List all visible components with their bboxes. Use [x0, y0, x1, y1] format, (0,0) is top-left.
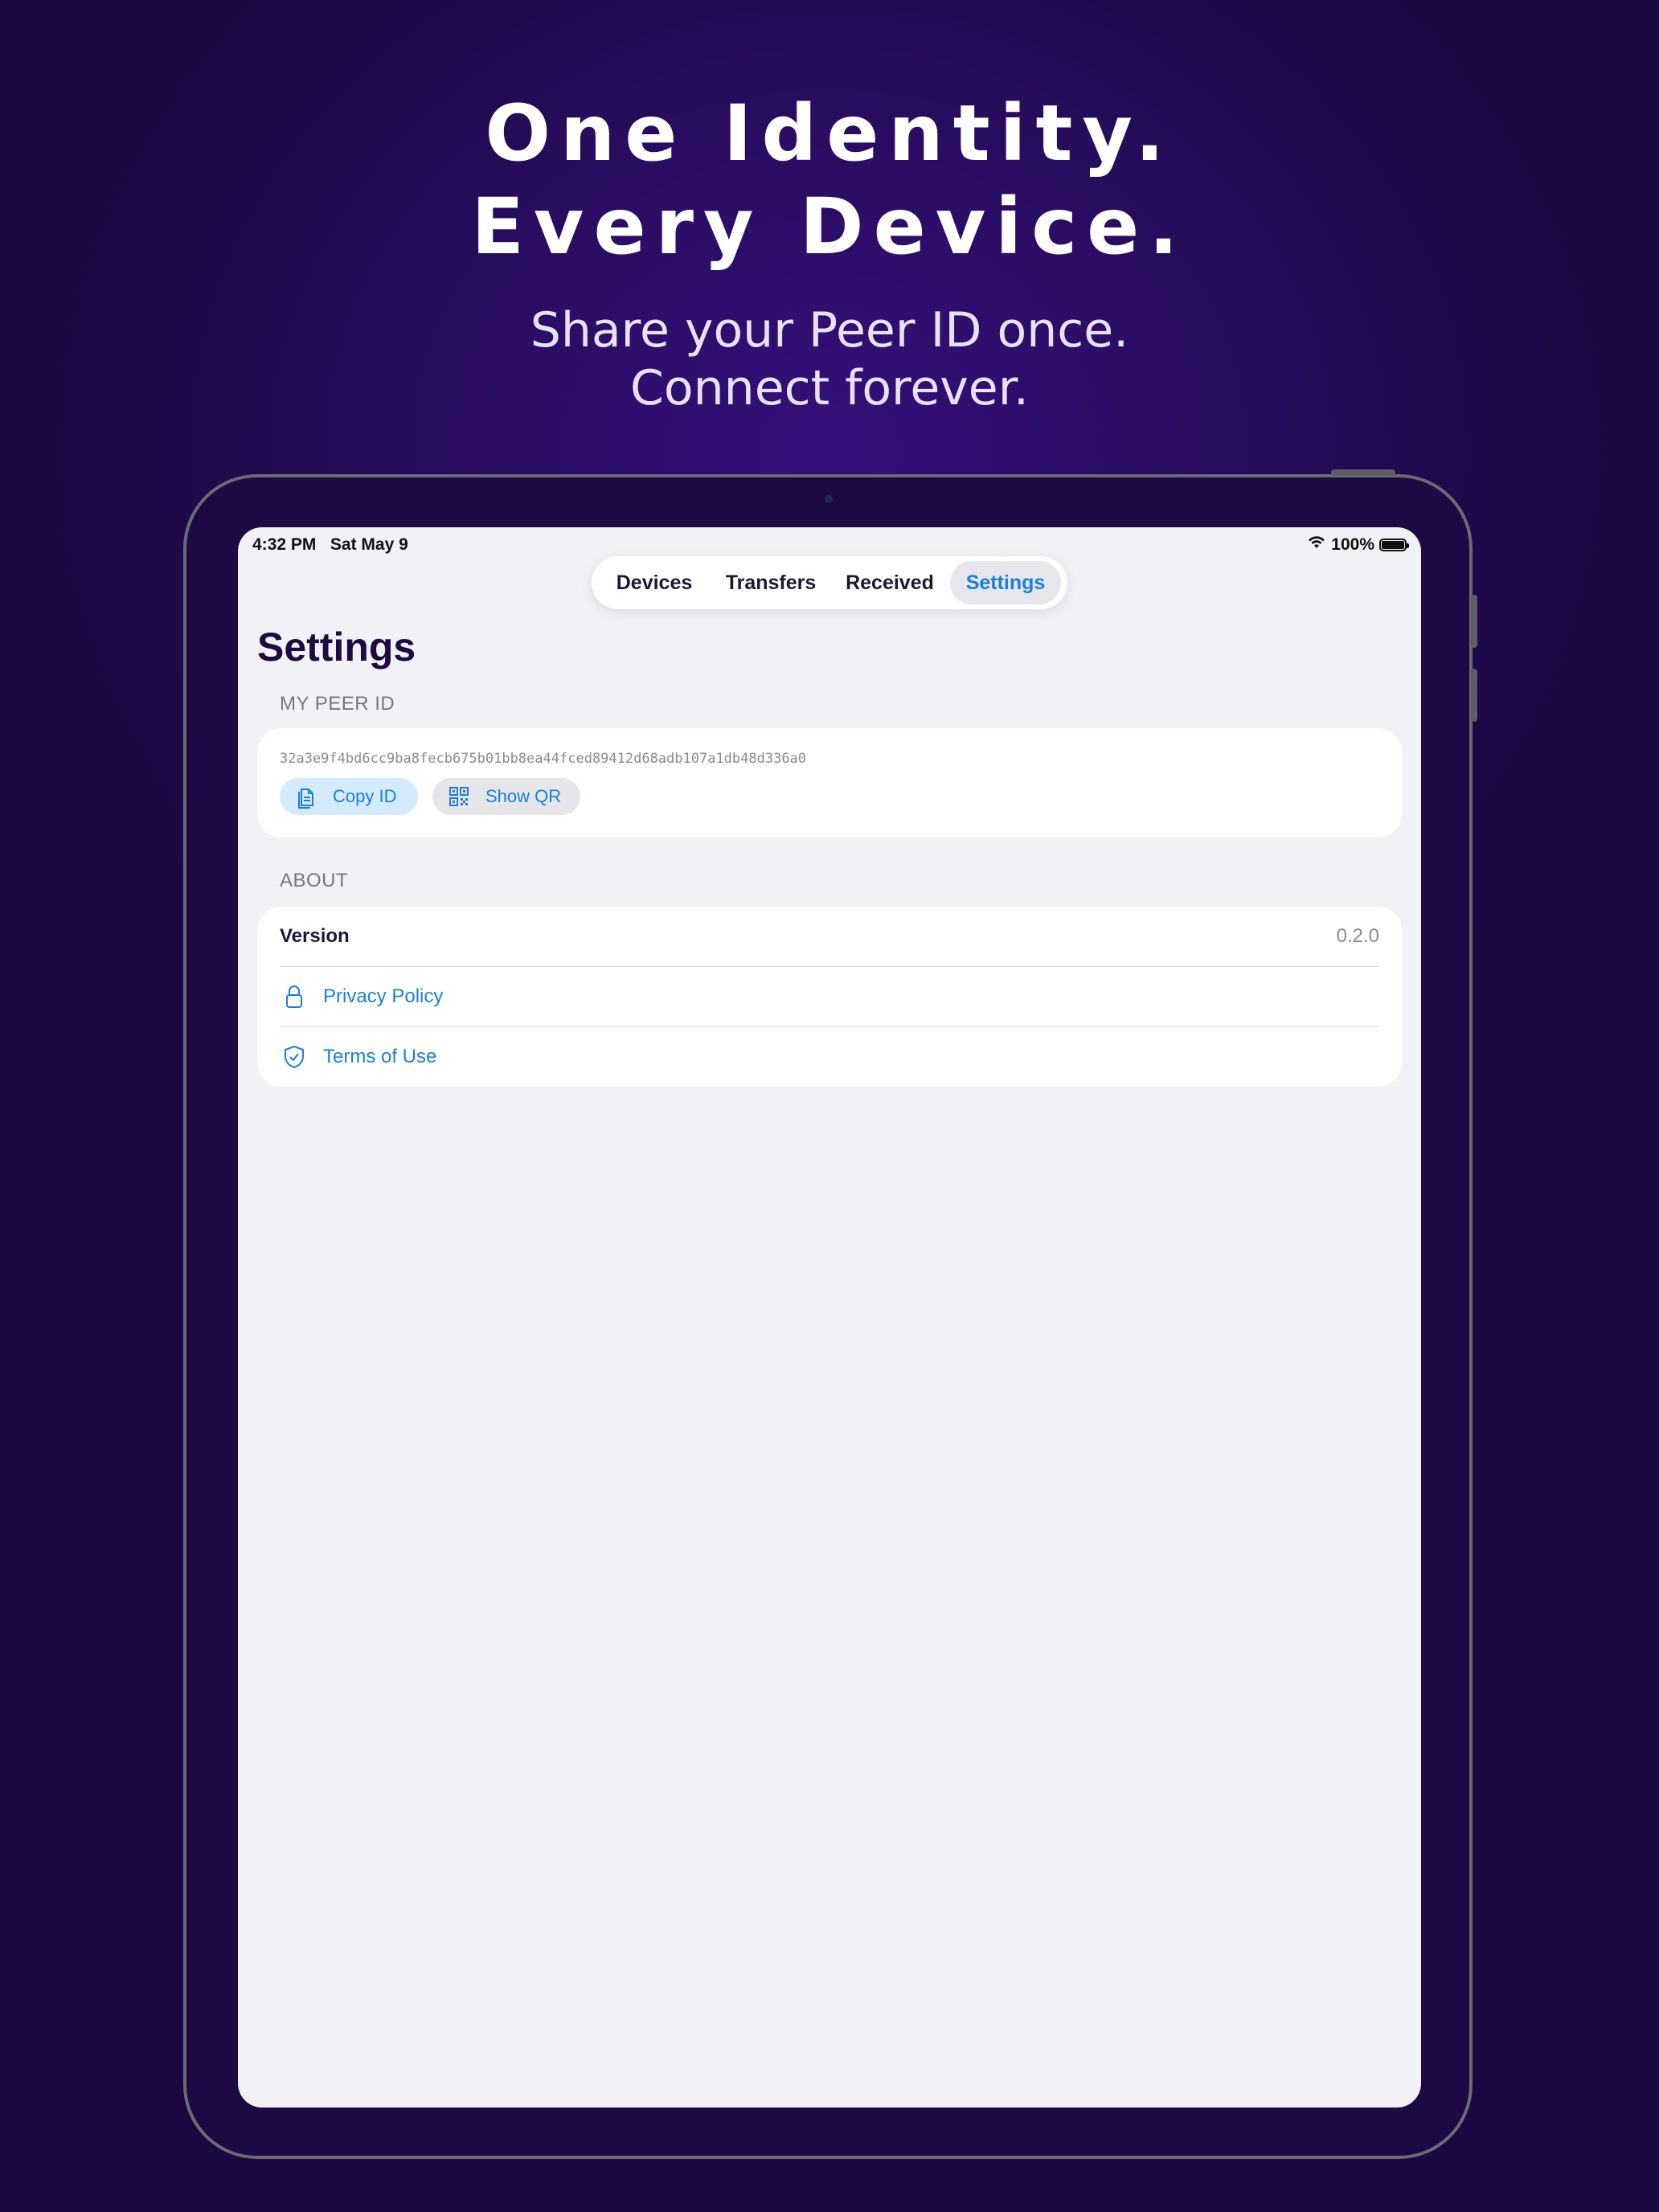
status-bar: 4:32 PM Sat May 9 100% [252, 532, 1409, 556]
version-label: Version [280, 925, 350, 947]
subline-line-1: Share your Peer ID once. [530, 302, 1129, 358]
privacy-policy-row[interactable]: Privacy Policy [280, 967, 1379, 1026]
peer-id-value: 32a3e9f4bd6cc9ba8fecb675b01bb8ea44fced89… [280, 751, 807, 767]
checkmark-shield-icon [280, 1043, 309, 1071]
status-date: Sat May 9 [330, 535, 408, 554]
volume-down-button [1471, 669, 1477, 722]
subline-line-2: Connect forever. [630, 360, 1029, 416]
show-qr-label: Show QR [485, 786, 562, 806]
headline-line-2: Every Device. [471, 182, 1188, 272]
battery-icon [1379, 539, 1409, 551]
top-button [1331, 469, 1395, 476]
peer-id-section-header: MY PEER ID [280, 693, 395, 715]
version-value: 0.2.0 [1336, 925, 1379, 947]
tab-settings[interactable]: Settings [950, 561, 1061, 604]
copy-id-button[interactable]: Copy ID [280, 778, 418, 815]
front-camera [825, 495, 833, 503]
status-time: 4:32 PM [252, 535, 317, 554]
lock-icon [280, 982, 309, 1011]
copy-icon [293, 783, 320, 810]
status-indicators: 100% [1307, 535, 1409, 555]
qr-code-icon [445, 783, 473, 810]
segmented-tab-bar: Devices Transfers Received Settings [592, 556, 1067, 609]
ipad-screen: 4:32 PM Sat May 9 100% Devices Transfers… [238, 527, 1421, 2108]
version-row: Version 0.2.0 [280, 907, 1379, 966]
volume-up-button [1471, 595, 1477, 648]
page-title: Settings [257, 625, 416, 670]
status-time-date: 4:32 PM Sat May 9 [252, 535, 408, 555]
tab-received[interactable]: Received [830, 561, 950, 604]
copy-id-label: Copy ID [333, 786, 397, 806]
battery-percent: 100% [1331, 535, 1374, 554]
terms-of-use-link[interactable]: Terms of Use [323, 1046, 436, 1068]
tab-devices[interactable]: Devices [596, 561, 712, 604]
terms-of-use-row[interactable]: Terms of Use [280, 1027, 1379, 1087]
tab-transfers[interactable]: Transfers [712, 561, 830, 604]
headline-line-1: One Identity. [485, 88, 1174, 178]
about-section-header: ABOUT [280, 870, 349, 891]
marketing-headline: One Identity. Every Device. [0, 87, 1659, 273]
marketing-subheadline: Share your Peer ID once. Connect forever… [0, 301, 1659, 417]
about-card: Version 0.2.0 Privacy Policy Terms of Us… [257, 907, 1402, 1087]
wifi-icon [1307, 535, 1326, 555]
show-qr-button[interactable]: Show QR [432, 778, 580, 815]
privacy-policy-link[interactable]: Privacy Policy [323, 985, 443, 1008]
peer-id-card: 32a3e9f4bd6cc9ba8fecb675b01bb8ea44fced89… [257, 728, 1402, 838]
